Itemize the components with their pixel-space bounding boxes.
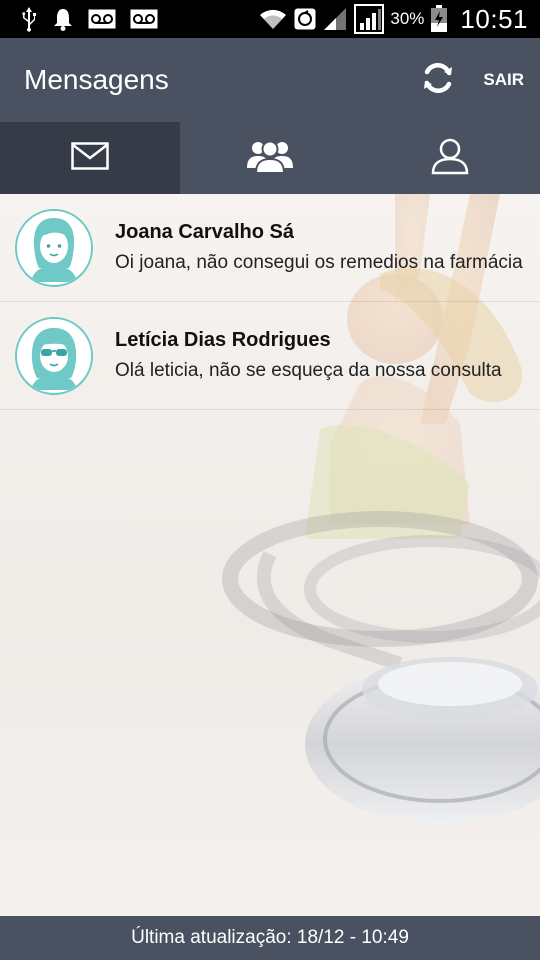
message-preview: Oi joana, não consegui os remedios na fa… [115,252,523,273]
usb-icon [20,6,38,32]
app-bar: Mensagens SAIR [0,38,540,122]
user-icon [431,137,469,180]
logout-button[interactable]: SAIR [483,70,524,90]
tab-messages[interactable] [0,122,180,194]
status-bar: 30% 10:51 [0,0,540,38]
signal-icon [354,4,385,34]
message-list: Joana Carvalho Sá Oi joana, não consegui… [0,194,540,410]
refresh-button[interactable] [413,55,463,105]
message-text: Letícia Dias Rodrigues Olá leticia, não … [115,329,540,382]
messages-content: Joana Carvalho Sá Oi joana, não consegui… [0,194,540,916]
status-bar-left [20,6,158,32]
last-update-footer: Última atualização: 18/12 - 10:49 [0,916,540,960]
battery-percent: 30% [390,9,425,28]
avatar [15,208,93,287]
clock: 10:51 [460,3,528,34]
tab-profile[interactable] [360,122,540,194]
battery-icon [430,5,448,33]
envelope-icon [71,141,109,175]
last-update-text: Última atualização: 18/12 - 10:49 [131,927,409,948]
list-item[interactable]: Joana Carvalho Sá Oi joana, não consegui… [0,194,540,302]
message-text: Joana Carvalho Sá Oi joana, não consegui… [115,221,540,274]
status-bar-right: 30% 10:51 [258,4,528,35]
tab-bar [0,122,540,194]
message-preview: Olá leticia, não se esqueça da nossa con… [115,360,502,381]
signal-icon [322,6,348,32]
woman-avatar-icon [17,210,91,285]
page-title: Mensagens [24,64,169,95]
sync-icon [294,8,316,30]
voicemail-icon [88,9,116,29]
avatar [15,316,93,395]
refresh-icon [420,60,456,101]
group-icon [245,138,295,179]
woman-sunglasses-avatar-icon [17,318,91,393]
voicemail-icon [130,9,158,29]
tab-groups[interactable] [180,122,360,194]
contact-name: Joana Carvalho Sá [115,221,294,243]
list-item[interactable]: Letícia Dias Rodrigues Olá leticia, não … [0,302,540,410]
contact-name: Letícia Dias Rodrigues [115,329,331,351]
notification-bell-icon [52,6,74,32]
wifi-icon [258,7,288,31]
